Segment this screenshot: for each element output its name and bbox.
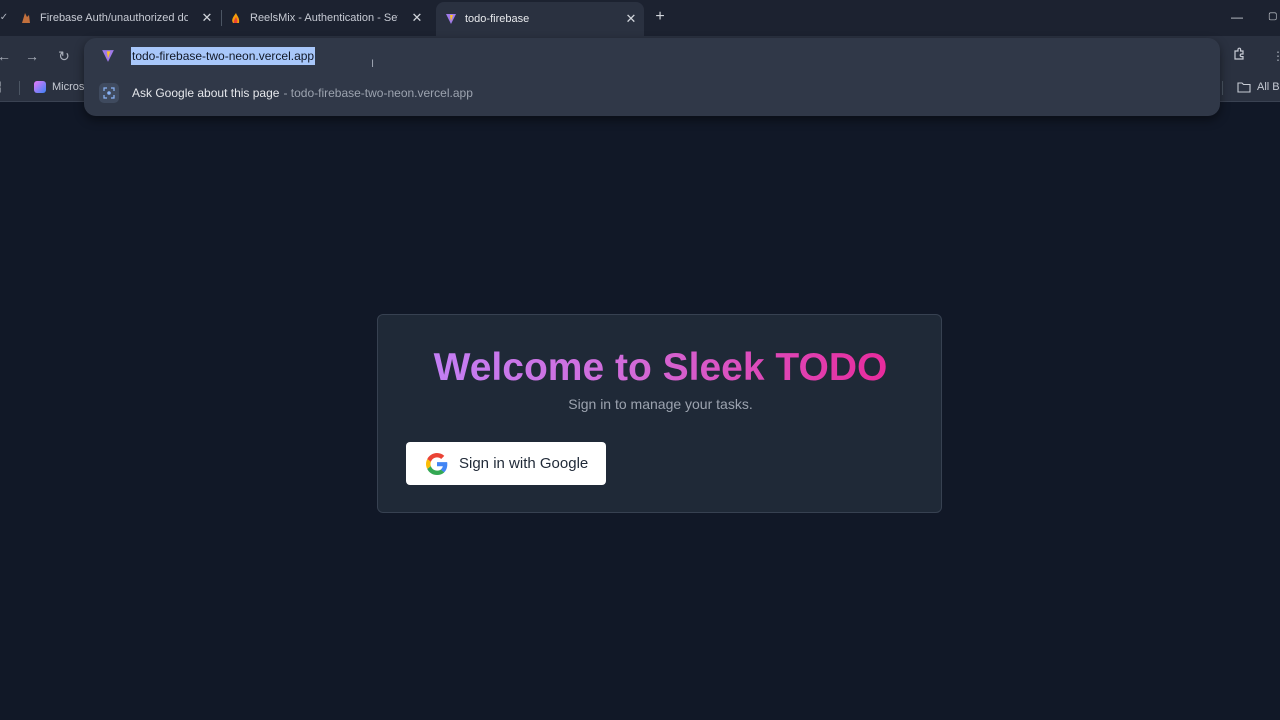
apps-icon[interactable] (0, 81, 6, 93)
login-card: Welcome to Sleek TODO Sign in to manage … (377, 314, 942, 513)
firebase-icon (230, 12, 242, 24)
close-icon[interactable]: ✕ (410, 11, 424, 25)
google-icon (426, 452, 448, 475)
copilot-icon (34, 81, 46, 93)
forward-icon[interactable]: → (22, 46, 42, 66)
vite-icon (445, 13, 457, 25)
page-title: Welcome to Sleek TODO (378, 345, 943, 391)
back-icon[interactable]: ← (0, 46, 14, 66)
extensions-icon[interactable] (1229, 46, 1249, 66)
bookmarks-separator (19, 81, 20, 95)
tab-todo-firebase[interactable]: todo-firebase ✕ (436, 2, 644, 36)
page-subtitle: Sign in to manage your tasks. (568, 396, 753, 412)
google-signin-button[interactable]: Sign in with Google (406, 442, 606, 485)
close-icon[interactable]: ✕ (200, 11, 214, 25)
menu-icon[interactable]: ⋮ (1268, 46, 1280, 66)
tab-reelsmix[interactable]: ReelsMix - Authentication - Set ✕ (230, 4, 430, 32)
all-bookmarks[interactable]: All Bo (1237, 81, 1280, 93)
suggestion-url: - todo-firebase-two-neon.vercel.app (283, 86, 473, 100)
reload-icon[interactable]: ↻ (54, 46, 74, 66)
bookmark-microsoft[interactable]: Micros (34, 81, 84, 93)
vite-icon (101, 49, 115, 63)
address-input[interactable]: todo-firebase-two-neon.vercel.app (131, 47, 316, 65)
new-tab-button[interactable]: + (651, 8, 669, 26)
tab-strip: ✓ Firebase Auth/unauthorized do ✕ ReelsM… (0, 0, 1280, 36)
bookmark-label: All Bo (1257, 81, 1280, 93)
google-lens-icon (99, 83, 119, 103)
omnibox-dropdown: todo-firebase-two-neon.vercel.app I Ask … (84, 38, 1220, 116)
tab-title: todo-firebase (465, 13, 530, 25)
omnibox-suggestion[interactable]: Ask Google about this page - todo-fireba… (84, 76, 1220, 110)
tab-title: Firebase Auth/unauthorized do (40, 12, 188, 24)
tab-search-icon[interactable]: ✓ (0, 8, 14, 28)
signin-label: Sign in with Google (459, 455, 589, 472)
folder-icon (1237, 82, 1251, 93)
firebase-icon (20, 12, 32, 24)
bookmark-label: Micros (52, 81, 85, 93)
text-cursor-icon: I (371, 58, 375, 70)
maximize-icon[interactable]: ▢ (1268, 8, 1277, 26)
suggestion-text: Ask Google about this page (132, 86, 280, 100)
tab-title: ReelsMix - Authentication - Set (250, 12, 398, 24)
bookmarks-separator (1222, 81, 1223, 95)
minimize-icon[interactable]: — (1231, 8, 1243, 26)
close-icon[interactable]: ✕ (624, 12, 638, 26)
tab-firebase-auth[interactable]: Firebase Auth/unauthorized do ✕ (20, 4, 220, 32)
tab-separator (221, 10, 222, 26)
